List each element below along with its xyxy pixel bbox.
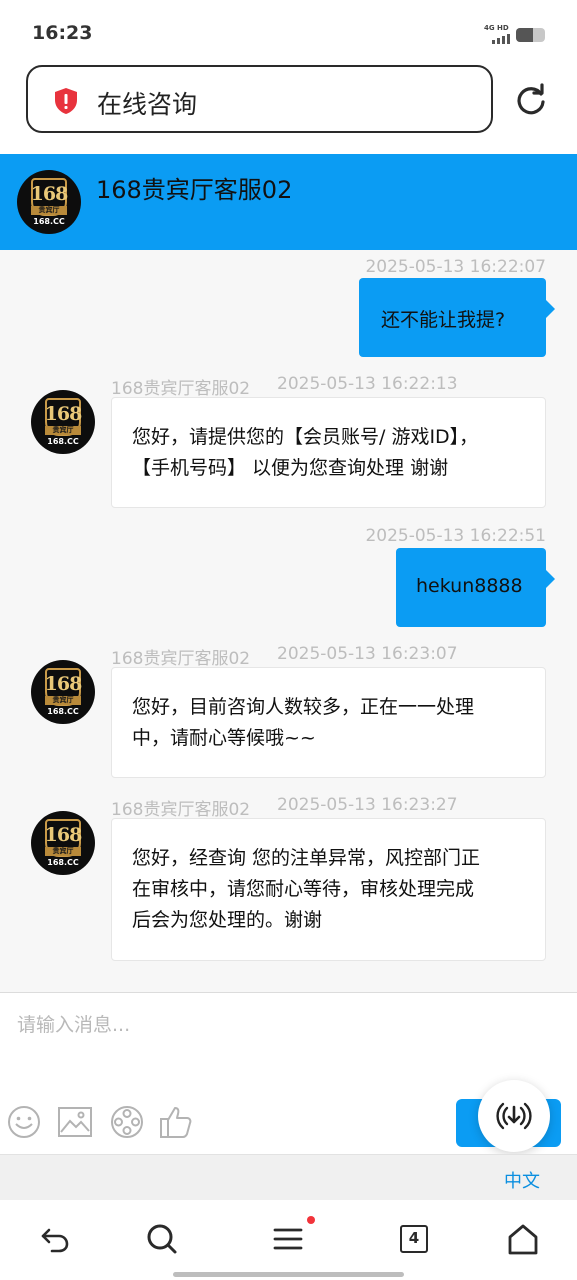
download-signal-icon [496, 1102, 532, 1130]
bottom-nav [0, 1200, 577, 1280]
emoji-icon[interactable] [6, 1104, 42, 1140]
home-icon[interactable] [506, 1222, 540, 1256]
avatar-domain: 168.CC [47, 437, 79, 446]
reload-icon[interactable] [512, 82, 550, 120]
avatar-number: 168 [44, 673, 83, 695]
address-title: 在线咨询 [97, 90, 198, 119]
shield-warning-icon[interactable] [53, 87, 79, 115]
back-icon[interactable] [38, 1222, 72, 1256]
address-bar[interactable]: 在线咨询 [26, 65, 493, 133]
message-line: 您好，目前咨询人数较多，正在一一处理 [132, 696, 475, 718]
search-icon[interactable] [145, 1222, 179, 1256]
menu-icon[interactable] [271, 1222, 305, 1256]
message-text: 还不能让我提? [381, 309, 506, 331]
message-time: 2025-05-13 16:23:07 [277, 644, 458, 664]
incoming-message[interactable]: 您好，目前咨询人数较多，正在一一处理 中，请耐心等候哦~~ [111, 667, 546, 778]
message-line: 后会为您处理的。谢谢 [132, 909, 323, 931]
agent-avatar: 168 贵宾厅 168.CC [31, 811, 95, 875]
message-list[interactable]: 2025-05-13 16:22:07 还不能让我提? 168 贵宾厅 168.… [0, 250, 577, 992]
outgoing-message[interactable]: 还不能让我提? [359, 278, 555, 357]
floating-download-button[interactable] [478, 1080, 550, 1152]
avatar-domain: 168.CC [47, 858, 79, 867]
message-time: 2025-05-13 16:22:13 [277, 374, 458, 394]
notification-dot [307, 1216, 315, 1224]
agent-avatar: 168 贵宾厅 168.CC [17, 170, 81, 234]
network-label: 4G HD [484, 24, 509, 32]
incoming-message[interactable]: 您好，请提供您的【会员账号/ 游戏ID】， 【手机号码】 以便为您查询处理 谢谢 [111, 397, 546, 508]
signal-icon: 4G HD [484, 24, 516, 44]
message-line: 您好，请提供您的【会员账号/ 游戏ID】， [132, 426, 479, 448]
battery-icon [516, 28, 545, 42]
avatar-domain: 168.CC [33, 217, 65, 226]
message-line: 您好，经查询 您的注单异常，风控部门正 [132, 847, 481, 869]
message-line: 在审核中，请您耐心等待，审核处理完成 [132, 878, 475, 900]
avatar-ribbon: 贵宾厅 [45, 847, 81, 856]
avatar-number: 168 [44, 824, 83, 846]
message-line: 中，请耐心等候哦~~ [132, 727, 316, 749]
video-icon[interactable] [109, 1104, 145, 1140]
message-time: 2025-05-13 16:23:27 [277, 795, 458, 815]
language-switch[interactable]: 中文 [504, 1167, 540, 1193]
tabs-button[interactable]: 4 [400, 1225, 428, 1253]
incoming-message[interactable]: 您好，经查询 您的注单异常，风控部门正 在审核中，请您耐心等待，审核处理完成 后… [111, 818, 546, 961]
avatar-domain: 168.CC [47, 707, 79, 716]
message-line: 【手机号码】 以便为您查询处理 谢谢 [132, 457, 449, 479]
message-time: 2025-05-13 16:22:51 [365, 526, 546, 546]
message-sender: 168贵宾厅客服02 [111, 379, 251, 399]
avatar-ribbon: 贵宾厅 [31, 206, 67, 215]
chat-header: 168 贵宾厅 168.CC 168贵宾厅客服02 [0, 154, 577, 250]
message-input[interactable]: 请输入消息... [17, 1010, 130, 1037]
message-text: hekun8888 [416, 575, 523, 597]
agent-name: 168贵宾厅客服02 [96, 176, 293, 204]
avatar-ribbon: 贵宾厅 [45, 426, 81, 435]
thumbs-up-icon[interactable] [158, 1104, 194, 1140]
message-sender: 168贵宾厅客服02 [111, 649, 251, 669]
avatar-ribbon: 贵宾厅 [45, 696, 81, 705]
image-icon[interactable] [57, 1104, 93, 1140]
agent-avatar: 168 贵宾厅 168.CC [31, 390, 95, 454]
status-time: 16:23 [32, 22, 93, 44]
outgoing-message[interactable]: hekun8888 [396, 548, 555, 627]
avatar-number: 168 [30, 183, 69, 205]
gesture-bar [173, 1272, 404, 1277]
message-time: 2025-05-13 16:22:07 [365, 257, 546, 277]
agent-avatar: 168 贵宾厅 168.CC [31, 660, 95, 724]
status-bar: 16:23 4G HD [0, 0, 577, 64]
avatar-number: 168 [44, 403, 83, 425]
language-bar: 中文 [0, 1154, 577, 1200]
message-sender: 168贵宾厅客服02 [111, 800, 251, 820]
